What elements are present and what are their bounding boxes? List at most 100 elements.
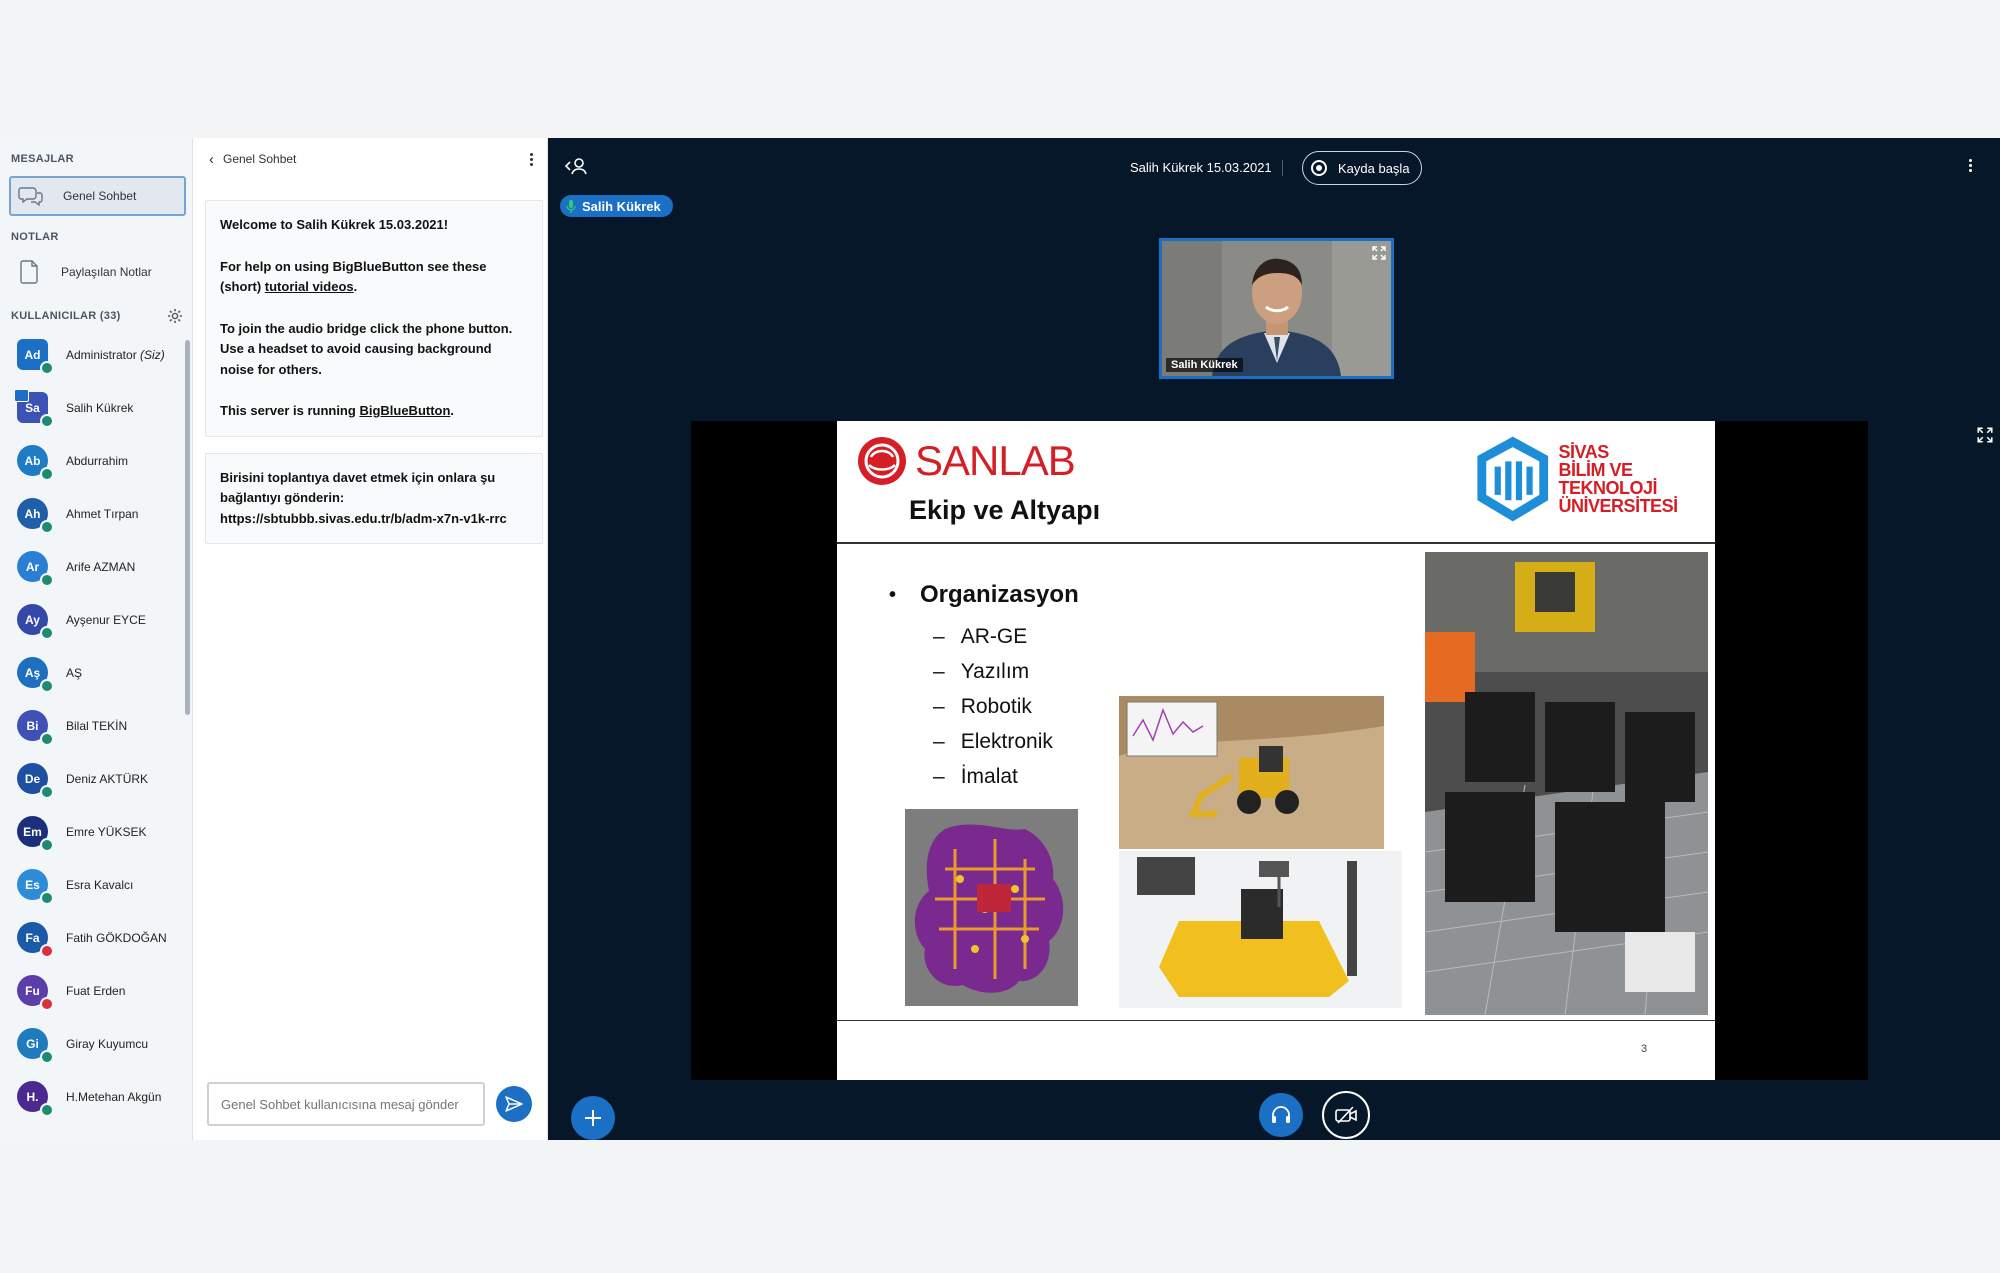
audio-status-icon xyxy=(40,997,54,1011)
simulator-seat-image xyxy=(1119,851,1402,1008)
actions-plus-button[interactable] xyxy=(571,1096,615,1140)
user-name: Ayşenur EYCE xyxy=(66,612,146,627)
user-list-item[interactable]: Fu Fuat Erden xyxy=(0,964,192,1017)
notes-section-title: NOTLAR xyxy=(11,231,59,243)
sub-item: – Yazılım xyxy=(933,659,1030,683)
gear-icon[interactable] xyxy=(167,308,183,324)
meeting-title: Salih Kükrek 15.03.2021 xyxy=(1130,160,1272,175)
audio-status-icon xyxy=(40,1103,54,1117)
invite-text: Birisini toplantıya davet etmek için onl… xyxy=(220,469,507,526)
record-icon xyxy=(1311,160,1327,176)
user-avatar: Ab xyxy=(17,445,54,481)
audio-status-icon xyxy=(40,626,54,640)
you-suffix: (Siz) xyxy=(140,347,165,362)
chevron-left-icon: ‹ xyxy=(209,150,214,168)
sub-item: – İmalat xyxy=(933,764,1018,788)
user-list-item[interactable]: Gi Giray Kuyumcu xyxy=(0,1017,192,1070)
toggle-userlist-button[interactable] xyxy=(564,156,588,181)
user-avatar: Sa xyxy=(14,389,54,428)
user-list-item[interactable]: Aş AŞ xyxy=(0,646,192,699)
user-name: H.Metehan Akgün xyxy=(66,1089,162,1104)
webcam-image xyxy=(1162,241,1391,376)
user-list-item[interactable]: Ar Arife AZMAN xyxy=(0,540,192,593)
share-webcam-button[interactable] xyxy=(1322,1091,1370,1139)
chat-options-icon[interactable] xyxy=(530,152,533,166)
user-avatar: H. xyxy=(17,1081,54,1117)
user-name: Fatih GÖKDOĞAN xyxy=(66,930,167,945)
sub-item: – AR-GE xyxy=(933,624,1028,648)
user-list-item[interactable]: De Deniz AKTÜRK xyxy=(0,752,192,805)
shared-notes-label: Paylaşılan Notlar xyxy=(61,265,152,279)
user-avatar: Em xyxy=(17,816,54,852)
send-message-button[interactable] xyxy=(496,1086,532,1122)
audio-status-icon xyxy=(40,573,54,587)
user-list-item[interactable]: Em Emre YÜKSEK xyxy=(0,805,192,858)
simulator-screen-image xyxy=(1119,696,1384,849)
user-avatar: Aş xyxy=(17,657,54,693)
user-list-panel: MESAJLAR Genel Sohbet NOTLAR Paylaşılan … xyxy=(0,138,193,1140)
tutorial-videos-link[interactable]: tutorial videos xyxy=(265,279,354,294)
user-avatar: Ar xyxy=(17,551,54,587)
presentation-slide: SANLAB Ekip ve Altyapı SİVAS BİLİM VE TE… xyxy=(837,421,1715,1080)
user-list-item[interactable]: Ah Ahmet Tırpan xyxy=(0,487,192,540)
webcam-video[interactable]: Salih Kükrek xyxy=(1159,238,1394,379)
bigbluebutton-link[interactable]: BigBlueButton xyxy=(359,403,450,418)
audio-help-line: To join the audio bridge click the phone… xyxy=(220,320,513,377)
user-name: Ahmet Tırpan xyxy=(66,506,139,521)
user-toggle-icon xyxy=(564,158,587,175)
slide-sub-list: – AR-GE – Yazılım – Robotik – Elektronik – İm… xyxy=(933,619,1053,794)
audio-headset-button[interactable] xyxy=(1259,1093,1303,1137)
audio-status-icon xyxy=(40,1050,54,1064)
user-list-item[interactable]: Fa Fatih GÖKDOĞAN xyxy=(0,911,192,964)
audio-status-icon xyxy=(40,732,54,746)
user-name: Esra Kavalcı xyxy=(66,877,134,892)
university-logo: SİVAS BİLİM VE TEKNOLOJİ ÜNİVERSİTESİ xyxy=(1473,429,1715,529)
users-section-title: KULLANICILAR (33) xyxy=(11,310,121,322)
shared-notes-item[interactable]: Paylaşılan Notlar xyxy=(9,252,183,292)
slide-page-number: 3 xyxy=(1641,1043,1648,1055)
record-label: Kayda başla xyxy=(1338,160,1410,176)
slide-bullet: • Organizasyon xyxy=(889,581,1079,609)
user-list-item[interactable]: H. H.Metehan Akgün xyxy=(0,1070,192,1123)
user-avatar: Fu xyxy=(17,975,54,1011)
user-list-item[interactable]: Ad Administrator (Siz) xyxy=(0,328,192,381)
start-recording-button[interactable]: Kayda başla xyxy=(1302,151,1422,185)
audio-status-icon xyxy=(40,944,54,958)
user-name: Deniz AKTÜRK xyxy=(66,771,149,786)
user-list-item[interactable]: Bi Bilal TEKİN xyxy=(0,699,192,752)
university-emblem-icon xyxy=(1477,436,1549,522)
chat-panel: ‹ Genel Sohbet Welcome to Salih Kükrek 1… xyxy=(193,138,548,1140)
chat-bubbles-icon xyxy=(17,183,45,209)
pcb-image xyxy=(905,809,1078,1006)
sub-item: – Robotik xyxy=(933,694,1032,718)
user-name: Abdurrahim xyxy=(66,453,129,468)
chat-message-input[interactable] xyxy=(207,1082,485,1126)
bullet-dot: • xyxy=(889,583,897,606)
fullscreen-icon[interactable] xyxy=(1976,426,1994,444)
user-avatar: Fa xyxy=(17,922,54,958)
talking-indicator[interactable]: Salih Kükrek xyxy=(560,195,673,217)
audio-status-icon xyxy=(40,838,54,852)
uni-line-1: SİVAS xyxy=(1558,442,1610,462)
presentation-frame: SANLAB Ekip ve Altyapı SİVAS BİLİM VE TE… xyxy=(691,421,1868,1080)
sanlab-brand-text: SANLAB xyxy=(915,437,1076,484)
expand-icon[interactable] xyxy=(1371,245,1387,261)
user-avatar: Bi xyxy=(17,710,54,746)
user-list-item[interactable]: Ay Ayşenur EYCE xyxy=(0,593,192,646)
top-bar: Salih Kükrek 15.03.2021 Kayda başla xyxy=(548,138,2000,194)
welcome-line: Welcome to Salih Kükrek 15.03.2021! xyxy=(220,217,449,232)
user-name: Arife AZMAN xyxy=(66,559,136,574)
slide-title: Ekip ve Altyapı xyxy=(909,495,1101,525)
sanlab-logo: SANLAB xyxy=(855,435,1076,487)
main-options-icon[interactable] xyxy=(1969,159,1972,172)
user-list-scrollbar[interactable] xyxy=(185,340,190,715)
user-avatar: De xyxy=(17,763,54,799)
user-avatar: Es xyxy=(17,869,54,905)
audio-status-icon xyxy=(40,414,54,428)
user-list-item[interactable]: Es Esra Kavalcı xyxy=(0,858,192,911)
public-chat-item[interactable]: Genel Sohbet xyxy=(9,176,186,216)
user-list-item[interactable]: Sa Salih Kükrek xyxy=(0,381,192,434)
main-presentation-area: Salih Kükrek 15.03.2021 Kayda başla Sali… xyxy=(548,138,2000,1140)
chat-back-button[interactable]: ‹ Genel Sohbet xyxy=(209,151,296,168)
user-list-item[interactable]: Ab Abdurrahim xyxy=(0,434,192,487)
